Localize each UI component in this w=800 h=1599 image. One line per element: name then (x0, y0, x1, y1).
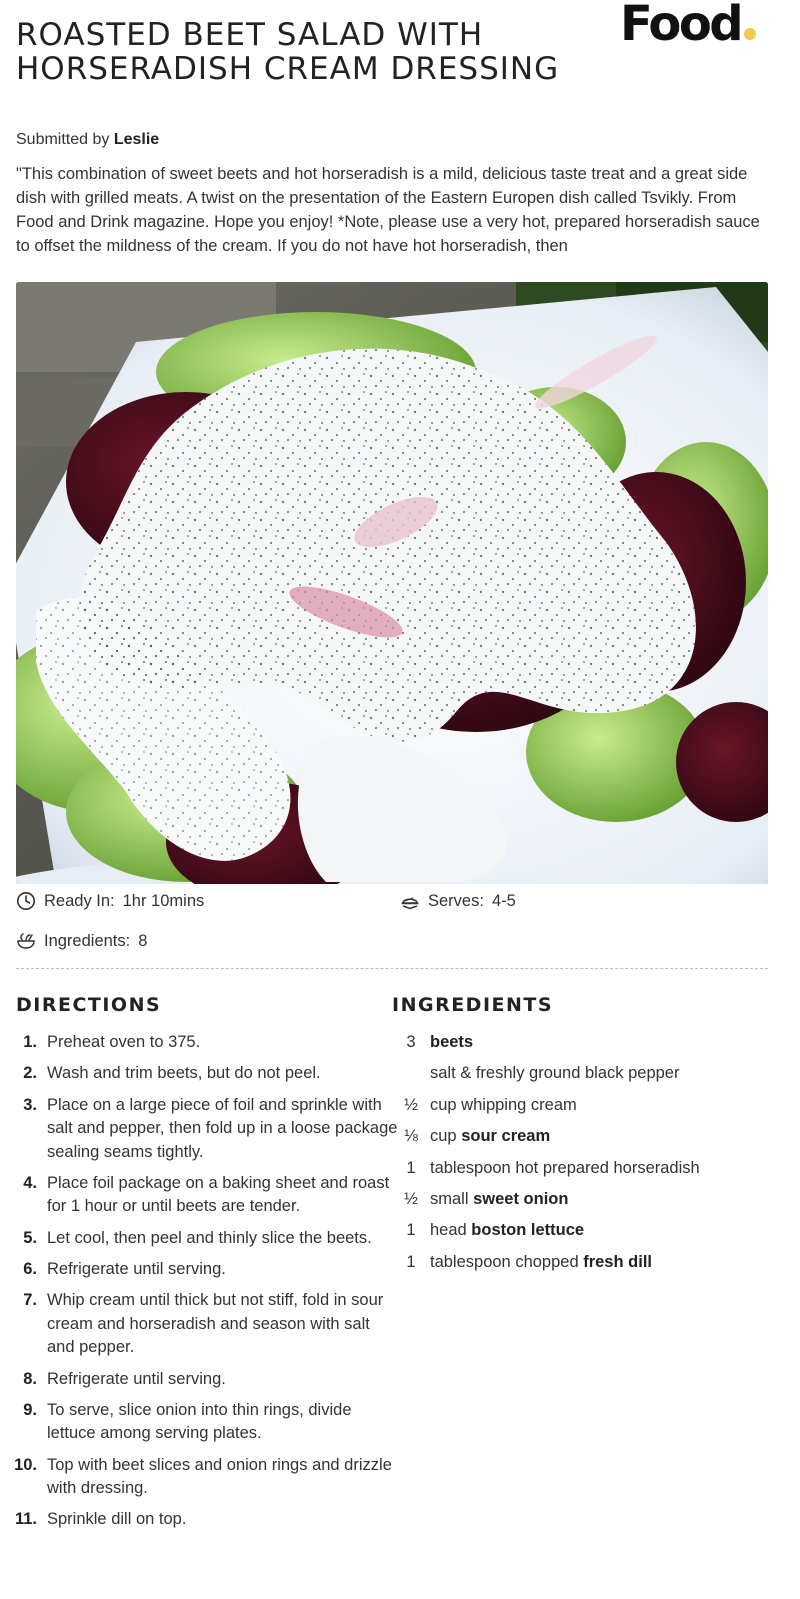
ingredient-link[interactable]: fresh dill (583, 1253, 652, 1271)
ingredient-text: head (430, 1221, 472, 1240)
logo-dot (744, 28, 757, 40)
serves-label: Serves: (428, 892, 484, 910)
ingredient-link[interactable]: sour cream (461, 1127, 550, 1145)
section-divider (16, 968, 768, 969)
recipe-description: "This combination of sweet beets and hot… (16, 165, 760, 255)
ingredient-qty: 1 (406, 1221, 416, 1240)
step-number: 4. (23, 1173, 37, 1192)
ingredient-text: cup (430, 1127, 462, 1146)
step-text: Wash and trim beets, but do not peel. (47, 1064, 321, 1083)
step-number: 3. (23, 1095, 37, 1114)
direction-step: 5. Let cool, then peel and thinly slice t… (6, 1227, 398, 1251)
ingredients-label: Ingredients: (44, 932, 131, 950)
ingredient-item: 1 head boston lettuce (392, 1219, 772, 1250)
beet-salad-photo (16, 282, 768, 884)
step-text: Top with beet slices and onion rings and… (47, 1455, 392, 1498)
directions-list: 1. Preheat oven to 375. 2. Wash and trim b… (6, 1031, 398, 1540)
serving-dish-icon (401, 897, 419, 910)
direction-step: 8. Refrigerate until serving. (6, 1368, 398, 1392)
author-link[interactable]: Leslie (114, 131, 159, 148)
step-text: Preheat oven to 375. (47, 1033, 201, 1051)
step-number: 5. (23, 1228, 37, 1247)
ingredient-item: ½ cup whipping cream (392, 1094, 772, 1125)
ingredient-item: 1 tablespoon chopped fresh dill (392, 1251, 772, 1282)
step-text: To serve, slice onion into thin rings, d… (47, 1400, 352, 1443)
ingredient-text: small (430, 1189, 474, 1208)
ingredients-heading: INGREDIENTS (392, 994, 554, 1016)
recipe-title: ROASTED BEET SALAD WITH HORSERADISH CREA… (16, 17, 560, 87)
ingredient-text: tablespoon chopped (430, 1252, 584, 1271)
ingredient-item: salt & freshly ground black pepper (392, 1062, 772, 1093)
ingredient-qty: ⅛ (404, 1127, 418, 1146)
direction-step: 9. To serve, slice onion into thin rings,… (6, 1399, 398, 1446)
step-text: Place on a large piece of foil and sprin… (47, 1095, 398, 1161)
direction-step: 3. Place on a large piece of foil and spr… (6, 1094, 398, 1165)
step-number: 2. (23, 1064, 37, 1083)
step-text: Place foil package on a baking sheet and… (47, 1173, 390, 1216)
direction-step: 10. Top with beet slices and onion rings … (6, 1454, 398, 1501)
ingredient-link[interactable]: beets (430, 1033, 473, 1051)
ingredient-qty: 3 (406, 1033, 416, 1051)
ingredient-text: cup whipping cream (430, 1095, 577, 1114)
ingredient-link[interactable]: sweet onion (473, 1190, 568, 1208)
direction-step: 1. Preheat oven to 375. (6, 1031, 398, 1055)
ingredient-link[interactable]: boston lettuce (471, 1221, 584, 1239)
direction-step: 11. Sprinkle dill on top. (6, 1508, 398, 1532)
step-number: 8. (23, 1369, 37, 1388)
direction-step: 2. Wash and trim beets, but do not peel. (6, 1062, 398, 1086)
ingredient-item: ⅛ cup sour cream (392, 1125, 772, 1156)
serves-value: 4-5 (491, 892, 516, 910)
clock-icon (17, 892, 35, 910)
step-number: 1. (23, 1033, 37, 1051)
recipe-photo (16, 282, 768, 884)
direction-step: 4. Place foil package on a baking sheet a… (6, 1172, 398, 1219)
ingredient-text: tablespoon hot prepared horseradish (430, 1158, 700, 1177)
ready-value: 1hr 10mins (122, 892, 205, 910)
submitted-by: Submitted by Leslie (16, 130, 159, 150)
ingredients-count: Ingredients: 8 (16, 931, 147, 951)
serves: Serves: 4-5 (400, 891, 516, 911)
step-number: 11. (14, 1510, 37, 1529)
logo-text: Food (620, 0, 744, 52)
ingredients-list: 3 beets salt & freshly ground black peppe… (392, 1031, 772, 1282)
ingredient-qty: ½ (404, 1095, 418, 1114)
ready-in: Ready In: 1hr 10mins (16, 891, 204, 911)
step-number: 6. (23, 1259, 37, 1278)
step-text: Refrigerate until serving. (47, 1259, 226, 1278)
step-number: 7. (23, 1291, 37, 1310)
ingredients-value: 8 (138, 932, 148, 950)
directions-heading: DIRECTIONS (16, 994, 162, 1016)
step-number: 9. (23, 1400, 37, 1419)
ready-label: Ready In: (44, 892, 115, 910)
ingredient-text: salt & freshly ground black pepper (430, 1064, 680, 1083)
ingredient-item: ½ small sweet onion (392, 1188, 772, 1219)
step-text: Whip cream until thick but not stiff, fo… (47, 1291, 384, 1357)
direction-step: 6. Refrigerate until serving. (6, 1258, 398, 1282)
direction-step: 7. Whip cream until thick but not stiff, … (6, 1289, 398, 1360)
ingredient-qty (392, 1062, 430, 1093)
ingredient-item: 3 beets (392, 1031, 772, 1062)
submitted-prefix: Submitted by (16, 131, 110, 148)
food-logo[interactable]: Food (620, 0, 757, 54)
ingredient-qty: 1 (406, 1158, 416, 1177)
step-text: Refrigerate until serving. (47, 1369, 226, 1388)
ingredient-item: 1 tablespoon hot prepared horseradish (392, 1157, 772, 1188)
step-text: Sprinkle dill on top. (47, 1510, 187, 1529)
step-number: 10. (14, 1455, 37, 1474)
step-text: Let cool, then peel and thinly slice the… (47, 1228, 372, 1247)
ingredients-bowl-icon (17, 933, 35, 949)
ingredient-qty: ½ (404, 1189, 418, 1208)
ingredient-qty: 1 (406, 1252, 416, 1271)
